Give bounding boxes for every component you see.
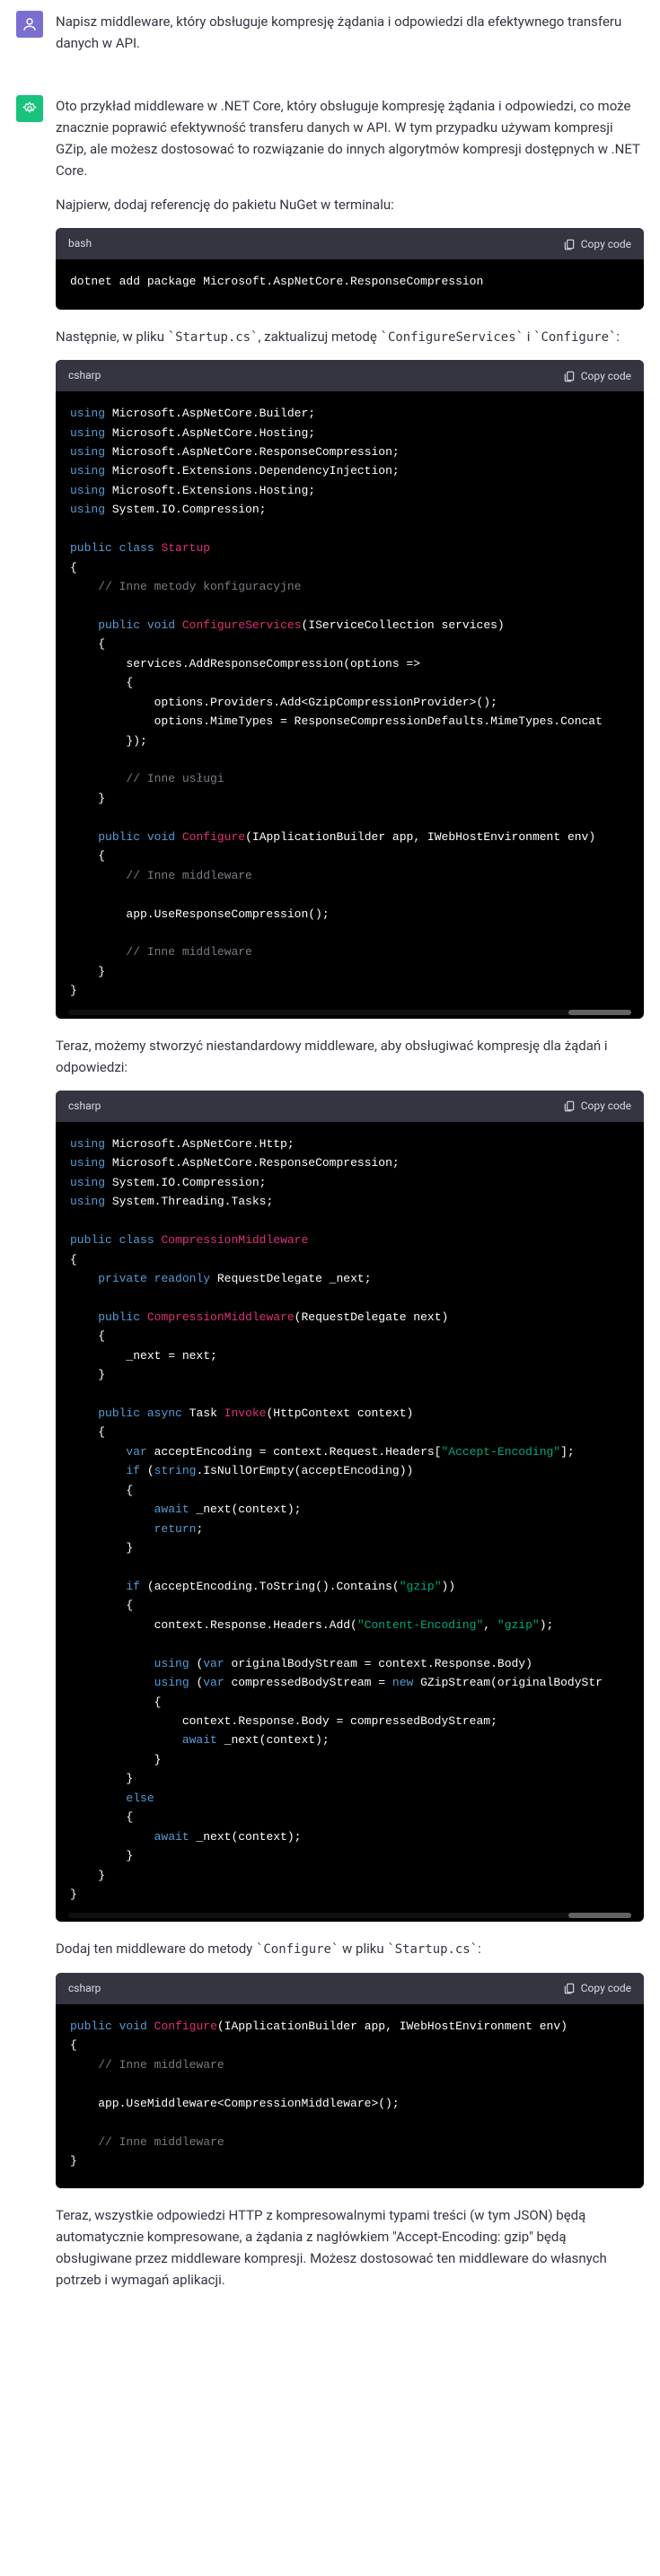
assistant-avatar	[16, 95, 43, 122]
code-lang-label: csharp	[68, 1098, 101, 1115]
code-content[interactable]: dotnet add package Microsoft.AspNetCore.…	[56, 259, 644, 309]
code-header: csharp Copy code	[56, 1091, 644, 1122]
assistant-paragraph: Oto przykład middleware w .NET Core, któ…	[56, 95, 644, 181]
code-content[interactable]: using Microsoft.AspNetCore.Http; using M…	[56, 1122, 644, 1923]
horizontal-scrollbar[interactable]	[68, 1010, 631, 1015]
code-content[interactable]: using Microsoft.AspNetCore.Builder; usin…	[56, 391, 644, 1019]
copy-code-button[interactable]: Copy code	[563, 1100, 631, 1112]
assistant-paragraph: Następnie, w pliku `Startup.cs`, zaktual…	[56, 326, 644, 347]
code-block-csharp-3: csharp Copy code public void Configure(I…	[56, 1973, 644, 2189]
code-content[interactable]: public void Configure(IApplicationBuilde…	[56, 2004, 644, 2189]
user-prompt-text: Napisz middleware, który obsługuje kompr…	[56, 11, 644, 54]
assistant-paragraph: Dodaj ten middleware do metody `Configur…	[56, 1938, 644, 1959]
copy-code-button[interactable]: Copy code	[563, 238, 631, 250]
scrollbar-thumb[interactable]	[568, 1010, 631, 1015]
code-block-bash: bash Copy code dotnet add package Micros…	[56, 228, 644, 310]
user-avatar	[16, 11, 43, 38]
assistant-paragraph: Teraz, możemy stworzyć niestandardowy mi…	[56, 1035, 644, 1078]
clipboard-icon	[563, 370, 576, 382]
horizontal-scrollbar[interactable]	[68, 1913, 631, 1918]
assistant-paragraph: Najpierw, dodaj referencję do pakietu Nu…	[56, 194, 644, 215]
assistant-paragraph: Teraz, wszystkie odpowiedzi HTTP z kompr…	[56, 2204, 644, 2291]
copy-code-button[interactable]: Copy code	[563, 370, 631, 382]
scrollbar-thumb[interactable]	[568, 1913, 631, 1918]
code-header: bash Copy code	[56, 228, 644, 259]
clipboard-icon	[563, 1100, 576, 1112]
code-header: csharp Copy code	[56, 360, 644, 391]
code-block-csharp-2: csharp Copy code using Microsoft.AspNetC…	[56, 1091, 644, 1923]
assistant-message: Oto przykład middleware w .NET Core, któ…	[0, 84, 660, 2321]
code-lang-label: csharp	[68, 367, 101, 384]
code-lang-label: bash	[68, 235, 92, 252]
code-header: csharp Copy code	[56, 1973, 644, 2004]
user-message: Napisz middleware, który obsługuje kompr…	[0, 0, 660, 84]
code-lang-label: csharp	[68, 1980, 101, 1997]
code-block-csharp-1: csharp Copy code using Microsoft.AspNetC…	[56, 360, 644, 1019]
clipboard-icon	[563, 1982, 576, 1994]
clipboard-icon	[563, 238, 576, 250]
copy-code-button[interactable]: Copy code	[563, 1982, 631, 1994]
